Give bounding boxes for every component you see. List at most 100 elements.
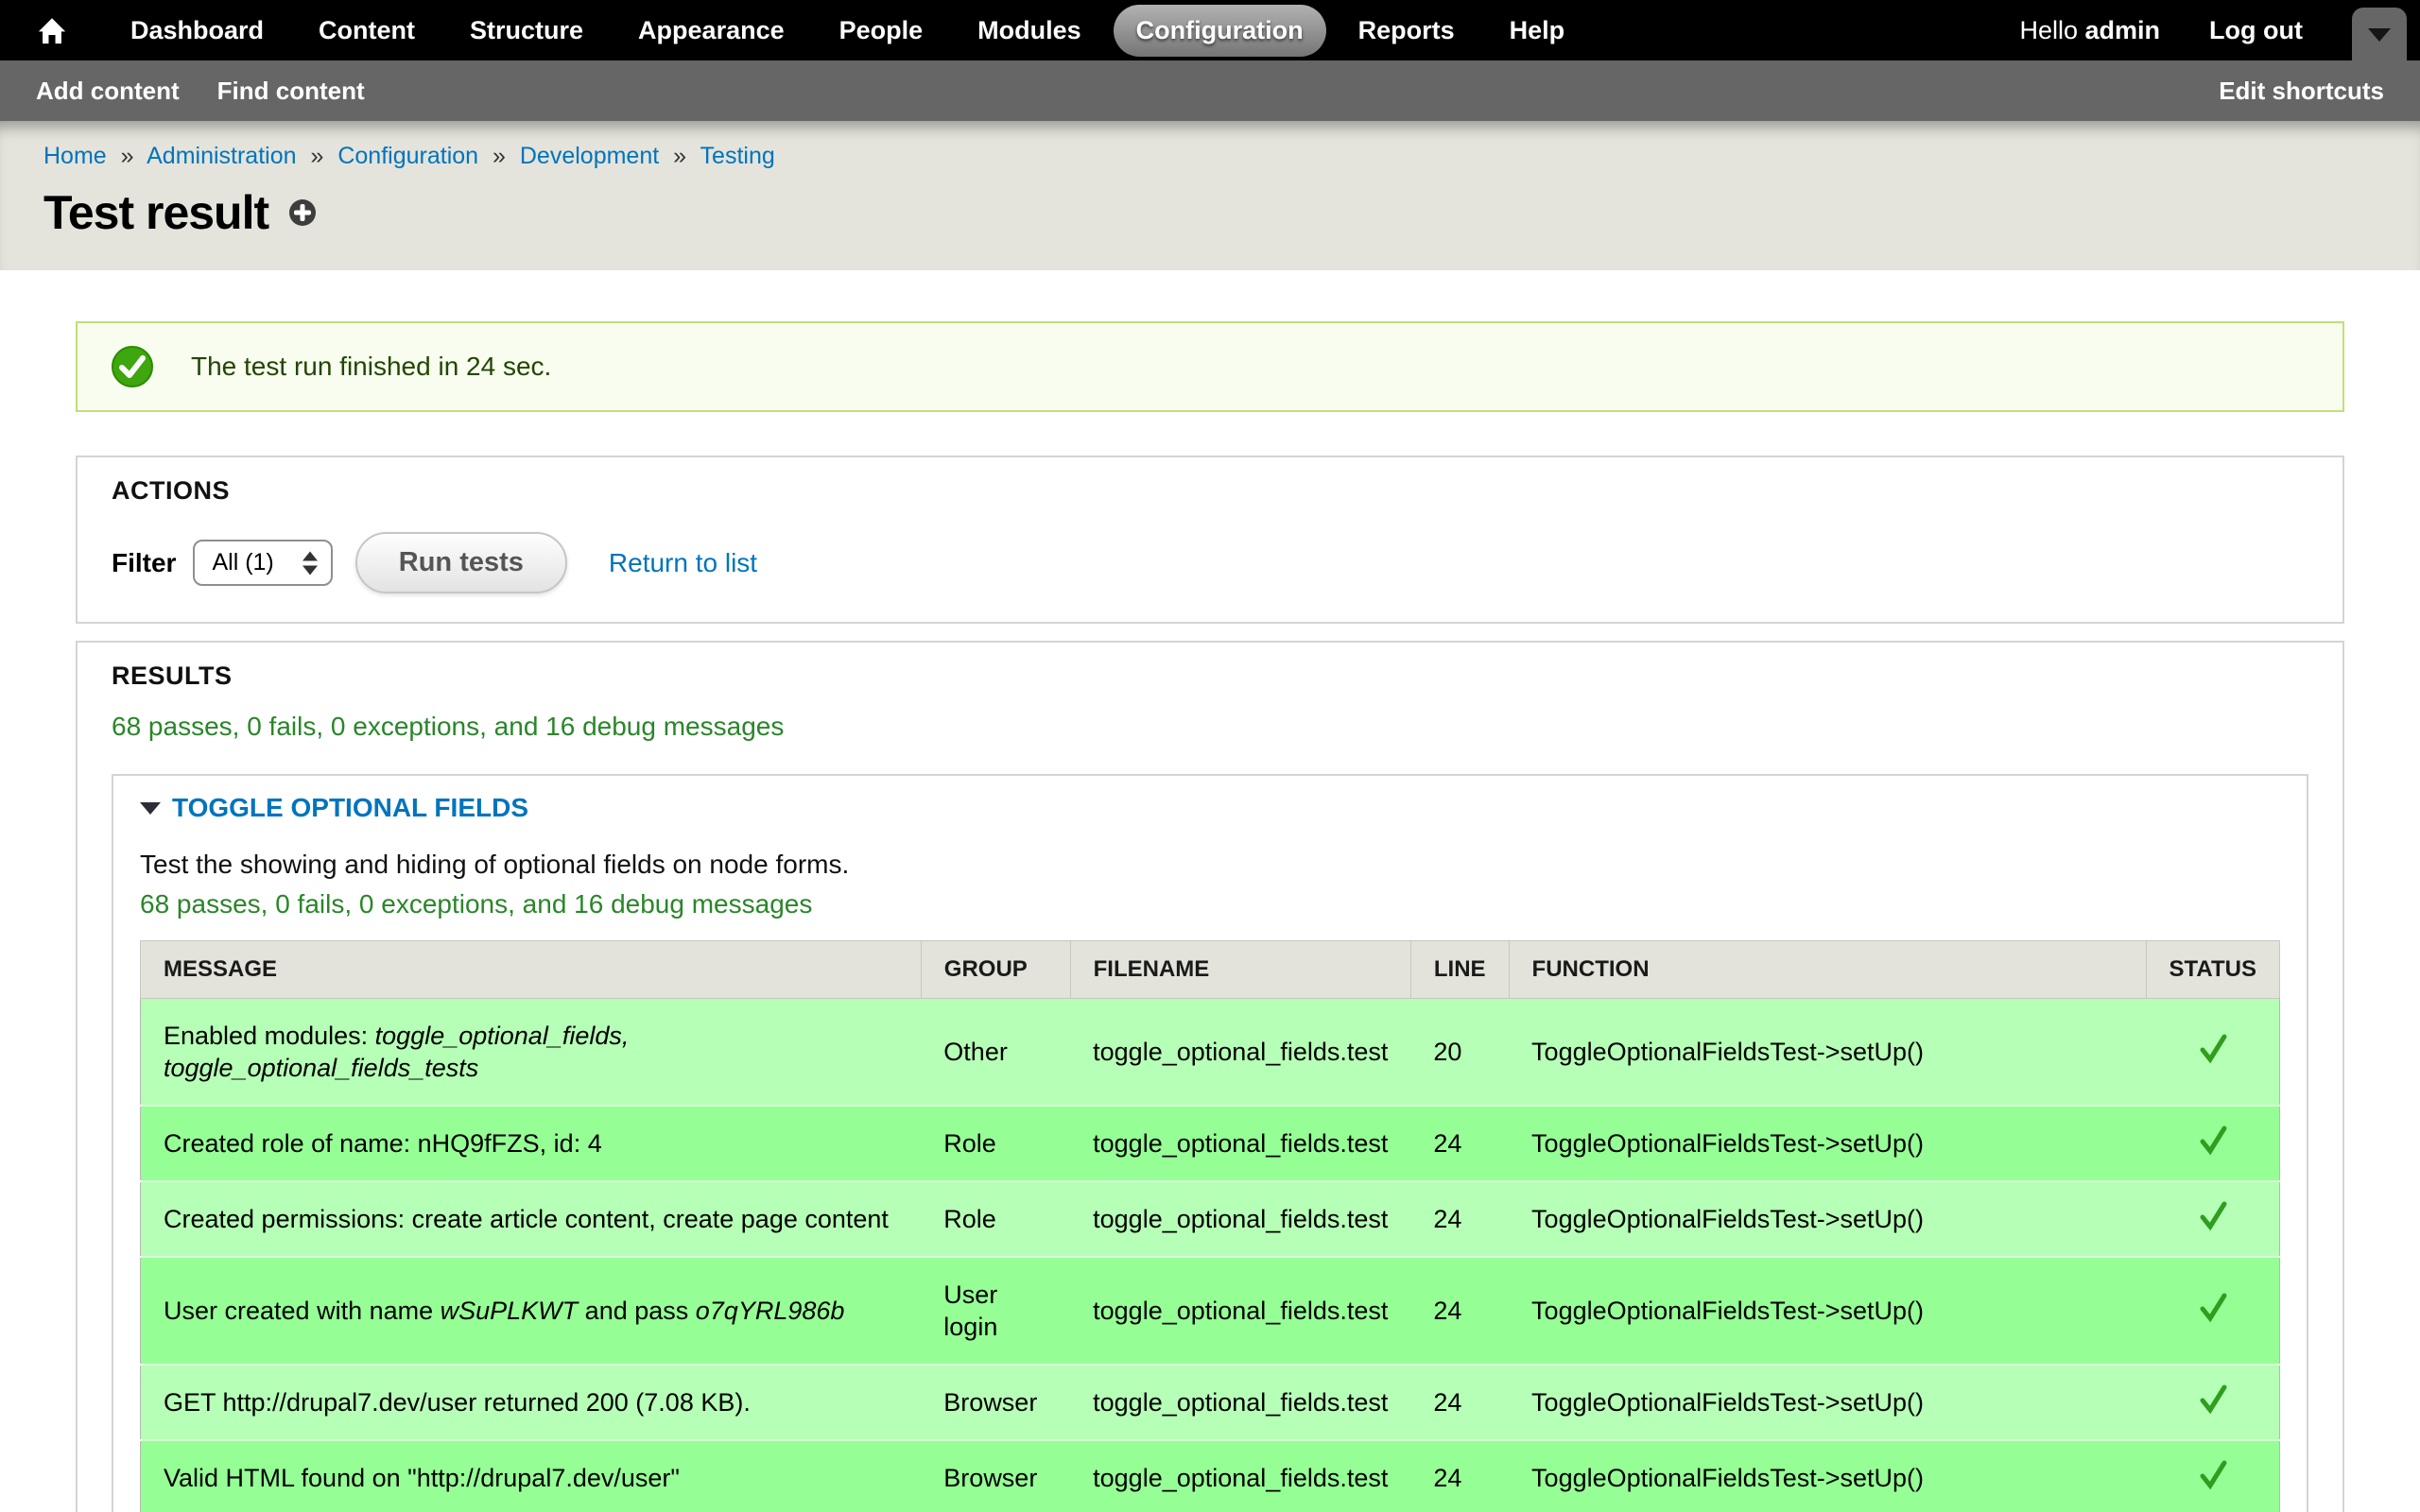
- function-cell: ToggleOptionalFieldsTest->setUp(): [1509, 1257, 2146, 1365]
- nav-configuration[interactable]: Configuration: [1114, 5, 1326, 57]
- group-cell: Browser: [921, 1440, 1070, 1512]
- breadcrumb-separator: »: [302, 143, 331, 169]
- results-legend: RESULTS: [112, 662, 2308, 691]
- function-cell: ToggleOptionalFieldsTest->setUp(): [1509, 999, 2146, 1107]
- function-cell: ToggleOptionalFieldsTest->setUp(): [1509, 1440, 2146, 1512]
- shortcuts-bar: Add content Find content Edit shortcuts: [0, 60, 2420, 121]
- nav-dashboard[interactable]: Dashboard: [108, 5, 286, 57]
- table-row: Valid HTML found on "http://drupal7.dev/…: [141, 1440, 2280, 1512]
- test-group-toggle[interactable]: TOGGLE OPTIONAL FIELDS: [140, 793, 528, 823]
- line-cell: 24: [1410, 1257, 1509, 1365]
- shortcut-add-content[interactable]: Add content: [17, 77, 199, 106]
- filename-cell: toggle_optional_fields.test: [1070, 1440, 1410, 1512]
- edit-shortcuts-link[interactable]: Edit shortcuts: [2200, 77, 2403, 106]
- function-cell: ToggleOptionalFieldsTest->setUp(): [1509, 1106, 2146, 1181]
- home-icon[interactable]: [23, 15, 81, 45]
- collapse-arrow-icon: [140, 802, 161, 815]
- message-text: Created role of name: nHQ9fFZS, id: 4: [164, 1129, 602, 1158]
- filename-cell: toggle_optional_fields.test: [1070, 1106, 1410, 1181]
- actions-legend: ACTIONS: [112, 476, 2308, 506]
- group-cell: Other: [921, 999, 1070, 1107]
- filename-cell: toggle_optional_fields.test: [1070, 1365, 1410, 1440]
- group-cell: Role: [921, 1106, 1070, 1181]
- test-group-summary: 68 passes, 0 fails, 0 exceptions, and 16…: [140, 889, 2280, 919]
- nav-reports[interactable]: Reports: [1336, 5, 1478, 57]
- test-group-description: Test the showing and hiding of optional …: [140, 850, 2280, 880]
- table-row: User created with name wSuPLKWT and pass…: [141, 1257, 2280, 1365]
- message-text-italic: o7qYRL986b: [696, 1297, 845, 1325]
- user-greeting: Hello admin: [2019, 16, 2160, 45]
- filename-cell: toggle_optional_fields.test: [1070, 1181, 1410, 1257]
- test-group-title: TOGGLE OPTIONAL FIELDS: [172, 793, 528, 823]
- pass-check-icon: [2196, 1123, 2230, 1157]
- breadcrumb-development[interactable]: Development: [520, 143, 659, 169]
- message-text: User created with name: [164, 1297, 441, 1325]
- results-fieldset: RESULTS 68 passes, 0 fails, 0 exceptions…: [76, 641, 2344, 1512]
- message-text: and pass: [578, 1297, 696, 1325]
- select-stepper-icon: [302, 551, 318, 575]
- table-row: Enabled modules: toggle_optional_fields,…: [141, 999, 2280, 1107]
- table-row: Created role of name: nHQ9fFZS, id: 4 Ro…: [141, 1106, 2280, 1181]
- breadcrumb-administration[interactable]: Administration: [147, 143, 296, 169]
- line-cell: 20: [1410, 999, 1509, 1107]
- breadcrumb-separator: »: [666, 143, 694, 169]
- actions-fieldset: ACTIONS Filter All (1) Run tests Return …: [76, 455, 2344, 624]
- group-cell: Role: [921, 1181, 1070, 1257]
- status-message: The test run finished in 24 sec.: [76, 321, 2344, 412]
- results-summary: 68 passes, 0 fails, 0 exceptions, and 16…: [112, 712, 2308, 742]
- nav-people[interactable]: People: [817, 5, 946, 57]
- chevron-down-icon: [2368, 28, 2391, 42]
- col-line: LINE: [1410, 941, 1509, 999]
- filename-cell: toggle_optional_fields.test: [1070, 1257, 1410, 1365]
- page-header: Home » Administration » Configuration » …: [0, 121, 2420, 270]
- logout-link[interactable]: Log out: [2209, 16, 2303, 45]
- results-table: MESSAGE GROUP FILENAME LINE FUNCTION STA…: [140, 940, 2280, 1512]
- nav-structure[interactable]: Structure: [447, 5, 606, 57]
- message-text-italic: wSuPLKWT: [441, 1297, 579, 1325]
- pass-check-icon: [2196, 1031, 2230, 1065]
- breadcrumb: Home » Administration » Configuration » …: [43, 142, 2420, 170]
- shortcut-find-content[interactable]: Find content: [199, 77, 384, 106]
- pass-check-icon: [2196, 1382, 2230, 1416]
- line-cell: 24: [1410, 1440, 1509, 1512]
- group-cell: User login: [921, 1257, 1070, 1365]
- function-cell: ToggleOptionalFieldsTest->setUp(): [1509, 1365, 2146, 1440]
- message-text: GET http://drupal7.dev/user returned 200…: [164, 1388, 751, 1417]
- col-filename: FILENAME: [1070, 941, 1410, 999]
- breadcrumb-home[interactable]: Home: [43, 143, 107, 169]
- run-tests-button[interactable]: Run tests: [355, 532, 567, 593]
- col-message: MESSAGE: [141, 941, 922, 999]
- breadcrumb-testing[interactable]: Testing: [700, 143, 775, 169]
- filter-select[interactable]: All (1): [193, 540, 332, 586]
- success-check-icon: [110, 344, 155, 389]
- nav-help[interactable]: Help: [1487, 5, 1588, 57]
- breadcrumb-separator: »: [113, 143, 142, 169]
- breadcrumb-configuration[interactable]: Configuration: [337, 143, 478, 169]
- message-text: Valid HTML found on "http://drupal7.dev/…: [164, 1464, 680, 1492]
- col-status: STATUS: [2146, 941, 2279, 999]
- pass-check-icon: [2196, 1198, 2230, 1232]
- breadcrumb-separator: »: [485, 143, 513, 169]
- table-header-row: MESSAGE GROUP FILENAME LINE FUNCTION STA…: [141, 941, 2280, 999]
- test-group-fieldset: TOGGLE OPTIONAL FIELDS Test the showing …: [112, 774, 2308, 1512]
- toolbar-orientation-toggle[interactable]: [2352, 8, 2407, 62]
- nav-appearance[interactable]: Appearance: [615, 5, 807, 57]
- return-to-list-link[interactable]: Return to list: [609, 548, 757, 578]
- main-content: The test run finished in 24 sec. ACTIONS…: [0, 270, 2420, 1512]
- table-row: Created permissions: create article cont…: [141, 1181, 2280, 1257]
- nav-content[interactable]: Content: [296, 5, 438, 57]
- col-group: GROUP: [921, 941, 1070, 999]
- line-cell: 24: [1410, 1106, 1509, 1181]
- filename-cell: toggle_optional_fields.test: [1070, 999, 1410, 1107]
- filter-select-value: All (1): [212, 549, 273, 576]
- line-cell: 24: [1410, 1365, 1509, 1440]
- page-title: Test result: [43, 185, 268, 240]
- status-message-text: The test run finished in 24 sec.: [191, 352, 551, 382]
- filter-label: Filter: [112, 548, 176, 578]
- pass-check-icon: [2196, 1457, 2230, 1491]
- nav-modules[interactable]: Modules: [955, 5, 1104, 57]
- message-text: Created permissions: create article cont…: [164, 1205, 889, 1233]
- add-shortcut-icon[interactable]: [287, 198, 318, 228]
- col-function: FUNCTION: [1509, 941, 2146, 999]
- admin-toolbar: Dashboard Content Structure Appearance P…: [0, 0, 2420, 60]
